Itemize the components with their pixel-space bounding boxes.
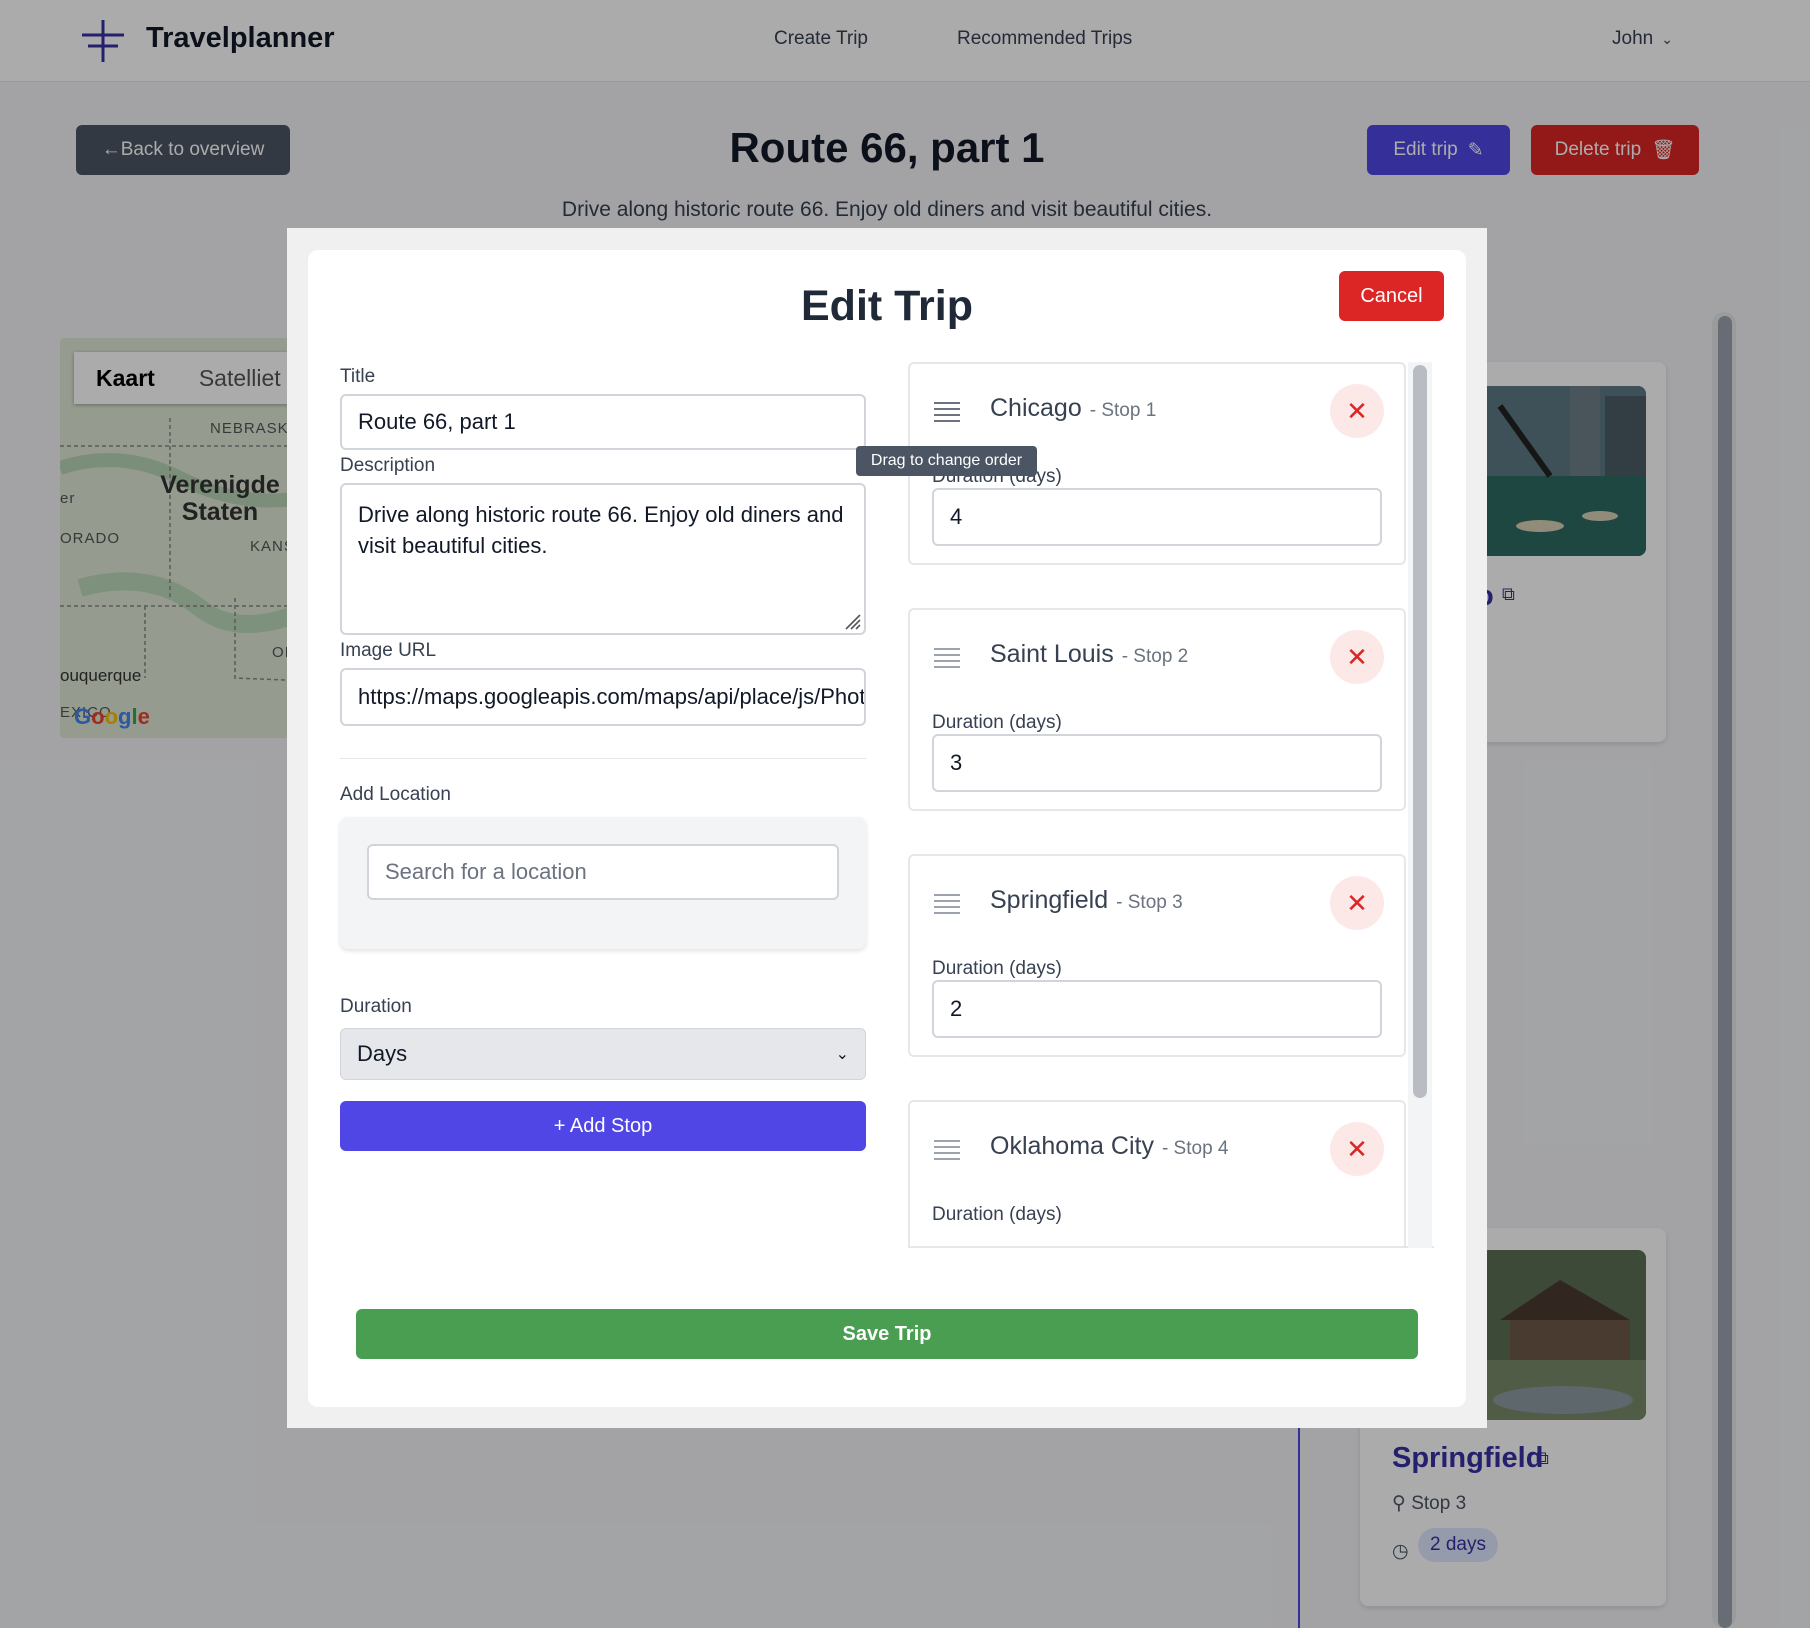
cancel-button[interactable]: Cancel: [1339, 271, 1444, 321]
stop-name: Saint Louis - Stop 2: [990, 640, 1188, 669]
image-url-label: Image URL: [340, 640, 437, 661]
close-icon: ✕: [1346, 641, 1368, 672]
stop-number: - Stop 3: [1116, 892, 1183, 913]
stop-number: - Stop 1: [1089, 400, 1157, 421]
location-search-box: Search for a location: [340, 817, 866, 949]
drag-handle-icon[interactable]: [934, 646, 960, 668]
description-textarea[interactable]: Drive along historic route 66. Enjoy old…: [340, 483, 866, 635]
form-divider: [340, 758, 866, 759]
description-text: Drive along historic route 66. Enjoy old…: [358, 502, 844, 558]
save-trip-button[interactable]: Save Trip: [356, 1309, 1418, 1359]
duration-label: Duration: [340, 996, 412, 1017]
duration-days-label: Duration (days): [932, 958, 1062, 979]
stop-item-oklahoma-city[interactable]: Oklahoma City - Stop 4 ✕ Duration (days): [908, 1100, 1406, 1246]
close-icon: ✕: [1346, 887, 1368, 918]
drag-tooltip: Drag to change order: [856, 446, 1037, 476]
location-search-input[interactable]: Search for a location: [367, 844, 839, 900]
stop-name: Chicago - Stop 1: [990, 394, 1156, 423]
stop-name-text: Oklahoma City: [990, 1132, 1154, 1160]
duration-days-label: Duration (days): [932, 712, 1062, 733]
duration-days-input[interactable]: 2: [932, 980, 1382, 1038]
close-icon: ✕: [1346, 1133, 1368, 1164]
add-stop-button[interactable]: + Add Stop: [340, 1101, 866, 1151]
remove-stop-button[interactable]: ✕: [1330, 876, 1384, 930]
chevron-down-icon: ⌄: [835, 1046, 849, 1063]
title-input[interactable]: Route 66, part 1: [340, 394, 866, 450]
duration-unit-value: Days: [357, 1041, 408, 1066]
remove-stop-button[interactable]: ✕: [1330, 630, 1384, 684]
stop-item-saint-louis[interactable]: Saint Louis - Stop 2 ✕ Duration (days) 3: [908, 608, 1406, 811]
close-icon: ✕: [1346, 395, 1368, 426]
stop-name: Oklahoma City - Stop 4: [990, 1132, 1229, 1161]
stop-name-text: Springfield: [990, 886, 1109, 914]
drag-handle-icon[interactable]: [934, 400, 960, 422]
duration-unit-select[interactable]: Days ⌄: [340, 1028, 866, 1080]
remove-stop-button[interactable]: ✕: [1330, 384, 1384, 438]
description-label: Description: [340, 455, 436, 476]
stop-number: - Stop 2: [1121, 646, 1189, 667]
stop-number: - Stop 4: [1161, 1138, 1229, 1159]
stop-name-text: Chicago: [990, 394, 1082, 422]
resize-handle-icon[interactable]: [840, 609, 862, 631]
stop-item-springfield[interactable]: Springfield - Stop 3 ✕ Duration (days) 2: [908, 854, 1406, 1057]
remove-stop-button[interactable]: ✕: [1330, 1122, 1384, 1176]
modal-title: Edit Trip: [801, 282, 973, 330]
drag-handle-icon[interactable]: [934, 892, 960, 914]
duration-days-input[interactable]: 3: [932, 734, 1382, 792]
stop-name: Springfield - Stop 3: [990, 886, 1183, 915]
duration-days-input[interactable]: 4: [932, 488, 1382, 546]
stops-list: Chicago - Stop 1 ✕ Duration (days) 4 Sain…: [908, 362, 1434, 1248]
duration-days-label: Duration (days): [932, 1204, 1062, 1225]
add-location-label: Add Location: [340, 784, 451, 805]
stop-name-text: Saint Louis: [990, 640, 1114, 668]
stops-scrollbar-thumb[interactable]: [1413, 365, 1427, 1098]
title-label: Title: [340, 366, 376, 387]
image-url-input[interactable]: https://maps.googleapis.com/maps/api/pla…: [340, 668, 866, 726]
drag-handle-icon[interactable]: [934, 1138, 960, 1160]
